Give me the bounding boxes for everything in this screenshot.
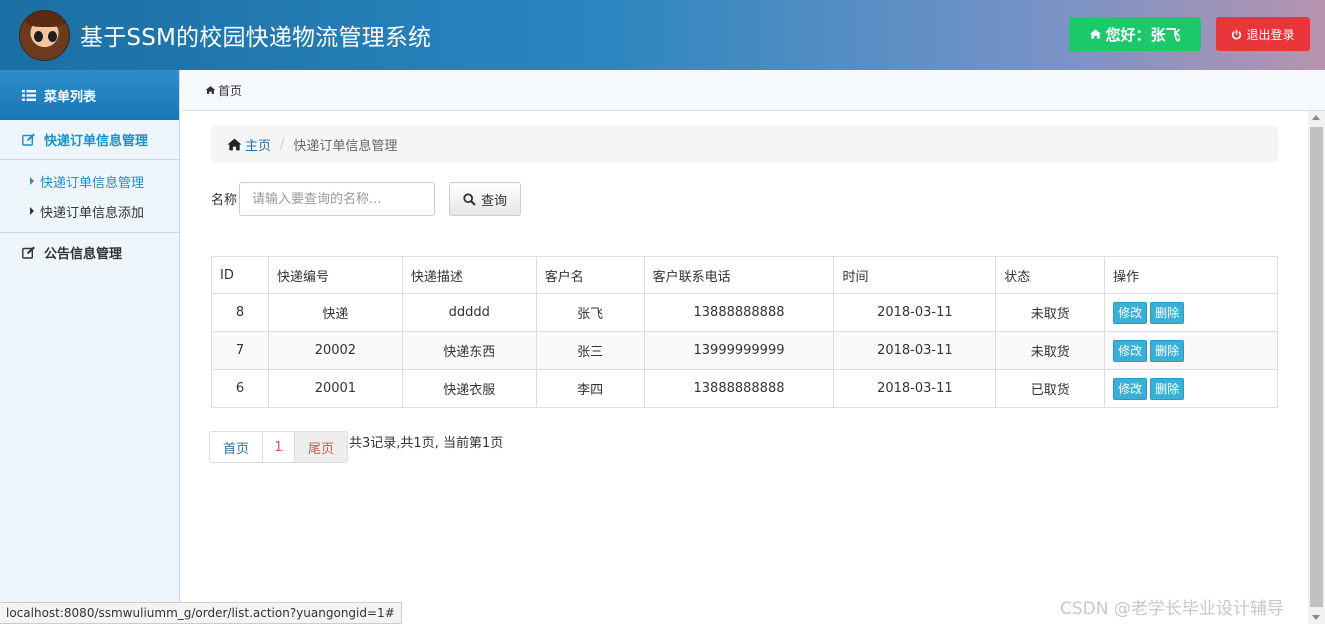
cell-status: 未取货 [995,331,1106,370]
orders-table: ID 快递编号 快递描述 客户名 客户联系电话 时间 状态 操作 8 快递 dd… [211,256,1278,408]
search-input[interactable] [239,182,435,216]
cell-phone: 13999999999 [643,331,835,370]
user-greeting: 您好：张飞 [1069,17,1201,51]
column-header: 时间 [833,256,997,294]
avatar [19,10,70,61]
scroll-up-icon[interactable] [1312,115,1320,120]
column-header: 状态 [995,256,1106,294]
cell-code: 20002 [267,331,403,370]
main-content: 主页 / 快递订单信息管理 名称 查询 ID 快递编号 快递描述 客户名 客户联… [181,111,1308,624]
cell-actions: 修改 删除 [1104,369,1278,408]
home-icon [1089,28,1102,40]
sidebar-item-label: 快递订单信息管理 [40,175,145,191]
pagination: 首页 1 尾页 共3记录,共1页, 当前第1页 [209,431,504,463]
home-icon [227,138,242,151]
delete-button[interactable]: 删除 [1150,377,1185,400]
cell-actions: 修改 删除 [1104,293,1278,332]
top-crumb-label[interactable]: 首页 [218,82,242,99]
table-row: 6 20001 快递衣服 李四 13888888888 2018-03-11 已… [211,369,1278,408]
vertical-scrollbar[interactable] [1308,111,1325,624]
pagination-info: 共3记录,共1页, 当前第1页 [349,436,504,451]
sidebar: 菜单列表 快递订单信息管理 快递订单信息管理 快递订单信息添加 公告信息管理 [0,70,180,624]
logout-label: 退出登录 [1246,27,1295,42]
search-icon [463,192,476,206]
table-row: 8 快递 ddddd 张飞 13888888888 2018-03-11 未取货… [211,293,1278,332]
edit-button[interactable]: 修改 [1113,339,1148,362]
power-icon [1231,29,1242,40]
breadcrumb-home-label: 主页 [245,138,272,154]
sidebar-item-order-add[interactable]: 快递订单信息添加 [0,196,179,226]
sidebar-group-label: 公告信息管理 [44,247,123,262]
search-button-label: 查询 [480,193,507,209]
column-header: 客户名 [535,256,645,294]
table-row: 7 20002 快递东西 张三 13999999999 2018-03-11 未… [211,331,1278,370]
cell-id: 6 [211,369,269,408]
sidebar-item-label: 快递订单信息添加 [40,205,145,221]
page-number-button[interactable]: 1 [262,431,295,463]
column-header: 客户联系电话 [643,256,835,294]
cell-status: 已取货 [995,369,1106,408]
logout-button[interactable]: 退出登录 [1216,17,1310,51]
cell-customer: 李四 [535,369,645,408]
caret-right-icon [30,177,34,185]
cell-customer: 张飞 [535,293,645,332]
browser-status-url: localhost:8080/ssmwuliumm_g/order/list.a… [0,602,402,624]
cell-time: 2018-03-11 [833,369,997,408]
edit-icon [22,133,36,146]
column-header: ID [211,256,269,294]
app-title: 基于SSM的校园快递物流管理系统 [80,25,432,51]
sidebar-item-order-manage[interactable]: 快递订单信息管理 [0,166,179,196]
cell-id: 8 [211,293,269,332]
greeting-text: 您好：张飞 [1105,25,1181,44]
watermark: CSDN @老学长毕业设计辅导 [1060,599,1284,619]
column-header: 快递编号 [267,256,403,294]
cell-time: 2018-03-11 [833,293,997,332]
top-crumb-bar: 首页 [181,70,1325,111]
cell-id: 7 [211,331,269,370]
cell-code: 快递 [267,293,403,332]
delete-button[interactable]: 删除 [1150,339,1185,362]
edit-button[interactable]: 修改 [1113,301,1148,324]
search-button[interactable]: 查询 [449,182,521,216]
menu-header: 菜单列表 [0,70,179,120]
page-first-button[interactable]: 首页 [209,431,263,463]
cell-actions: 修改 删除 [1104,331,1278,370]
page-last-button[interactable]: 尾页 [294,431,348,463]
search-label: 名称 [211,193,238,208]
delete-button[interactable]: 删除 [1150,301,1185,324]
breadcrumb-current: 快递订单信息管理 [293,138,398,154]
menu-title: 菜单列表 [44,89,97,105]
cell-phone: 13888888888 [643,293,835,332]
sidebar-group-notices[interactable]: 公告信息管理 [0,232,179,272]
list-icon [22,89,36,101]
sidebar-group-label: 快递订单信息管理 [44,134,149,149]
edit-icon [22,246,36,259]
caret-right-icon [30,207,34,215]
cell-customer: 张三 [535,331,645,370]
home-icon [205,85,216,95]
cell-status: 未取货 [995,293,1106,332]
cell-code: 20001 [267,369,403,408]
table-header-row: ID 快递编号 快递描述 客户名 客户联系电话 时间 状态 操作 [211,256,1278,294]
scrollbar-thumb[interactable] [1310,127,1323,607]
cell-time: 2018-03-11 [833,331,997,370]
scroll-down-icon[interactable] [1312,615,1320,620]
cell-desc: ddddd [401,293,537,332]
edit-button[interactable]: 修改 [1113,377,1148,400]
column-header: 快递描述 [401,256,537,294]
column-header: 操作 [1104,256,1278,294]
breadcrumb: 主页 / 快递订单信息管理 [211,126,1278,162]
cell-desc: 快递衣服 [401,369,537,408]
cell-desc: 快递东西 [401,331,537,370]
cell-phone: 13888888888 [643,369,835,408]
app-header: 基于SSM的校园快递物流管理系统 您好：张飞 退出登录 [0,0,1325,70]
breadcrumb-home-link[interactable]: 主页 [227,135,271,154]
sidebar-group-orders[interactable]: 快递订单信息管理 [0,120,179,160]
